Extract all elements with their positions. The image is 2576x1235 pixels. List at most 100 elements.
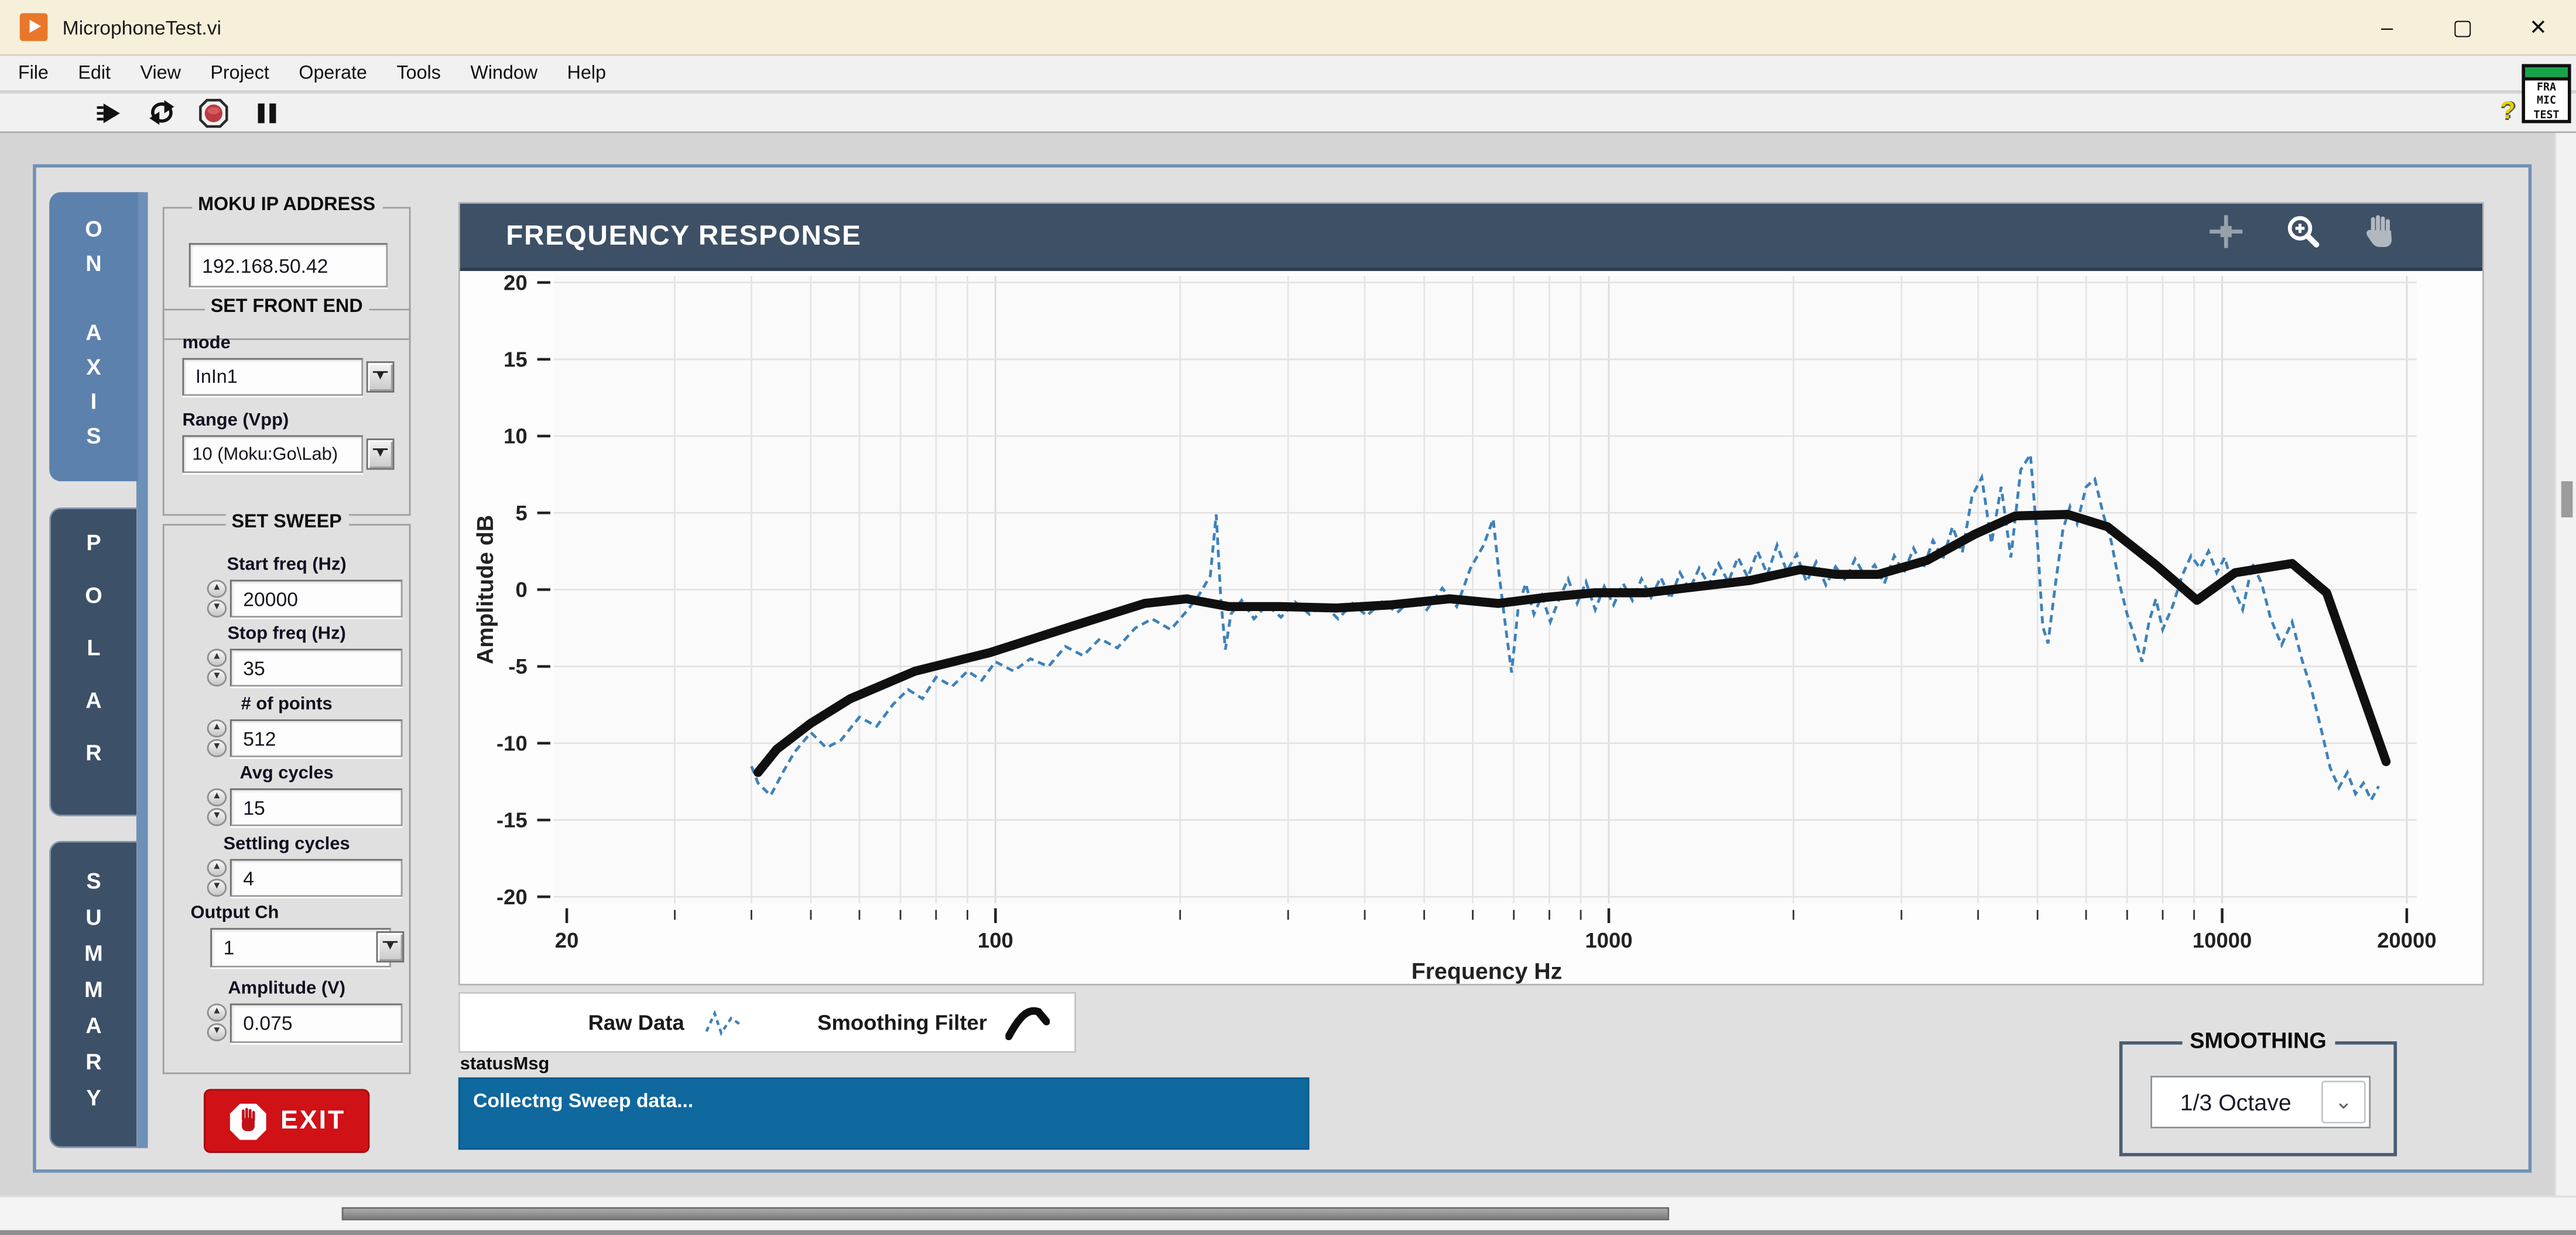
run-continuously-icon[interactable] (145, 96, 177, 129)
pause-icon[interactable] (250, 96, 283, 129)
stop-freq-input[interactable] (230, 649, 403, 687)
spinner-down-icon: ▼ (207, 879, 227, 897)
menu-project[interactable]: Project (196, 63, 284, 83)
menu-operate[interactable]: Operate (284, 63, 382, 83)
legend-smoothing-filter-label[interactable]: Smoothing Filter (817, 1010, 987, 1035)
status-msg-label: statusMsg (460, 1055, 550, 1075)
svg-text:-10: -10 (496, 731, 527, 755)
svg-text:20000: 20000 (2377, 928, 2436, 952)
spinner-down-icon: ▼ (207, 599, 227, 618)
svg-text:Amplitude dB: Amplitude dB (472, 515, 498, 664)
moku-ip-input[interactable] (189, 243, 388, 287)
vi-icon-line3: TEST (2525, 108, 2568, 122)
spinner-up-icon: ▲ (207, 788, 227, 807)
num-points-input[interactable] (230, 719, 403, 757)
num-points-stepper[interactable]: ▲▼ (207, 719, 228, 757)
spinner-down-icon: ▼ (207, 1023, 227, 1041)
spinner-up-icon: ▲ (207, 859, 227, 877)
raw-data-line-icon[interactable] (703, 1006, 745, 1039)
frequency-response-graph: FREQUENCY RESPONSE 201001000100002000020… (458, 202, 2484, 986)
maximize-icon[interactable]: ▢ (2425, 0, 2500, 54)
horizontal-scrollbar[interactable] (0, 1196, 2576, 1230)
spinner-down-icon: ▼ (207, 668, 227, 687)
plot-legend: Raw Data Smoothing Filter (458, 992, 1076, 1053)
svg-text:-20: -20 (496, 885, 527, 909)
smoothing-select[interactable]: 1/3 Octave ⌄ (2150, 1076, 2371, 1128)
toolbar (0, 94, 2576, 133)
start-freq-stepper[interactable]: ▲▼ (207, 580, 228, 618)
svg-text:10000: 10000 (2193, 928, 2252, 952)
menu-file[interactable]: File (4, 63, 64, 83)
range-select[interactable] (182, 435, 363, 474)
vertical-scrollbar-thumb[interactable] (2561, 481, 2573, 517)
stop-hand-icon (228, 1102, 267, 1141)
frequency-response-plot: 201001000100002000020151050-5-10-15-20Fr… (460, 271, 2486, 987)
output-ch-label: Output Ch (191, 903, 436, 923)
menu-help[interactable]: Help (552, 63, 621, 83)
zoom-icon[interactable] (2284, 212, 2323, 259)
exit-button[interactable]: EXIT (204, 1089, 369, 1152)
settling-cycles-label: Settling cycles (165, 835, 409, 855)
svg-text:Frequency Hz: Frequency Hz (1412, 958, 1562, 984)
close-icon[interactable]: ✕ (2500, 0, 2576, 54)
avg-cycles-input[interactable] (230, 788, 403, 826)
stop-freq-stepper[interactable]: ▲▼ (207, 649, 228, 687)
tab-polar-label: POLAR (81, 530, 106, 793)
menu-tools[interactable]: Tools (382, 63, 455, 83)
mode-dropdown-icon[interactable]: ▼ (366, 361, 395, 392)
vertical-scrollbar[interactable] (2555, 133, 2576, 1196)
menu-window[interactable]: Window (455, 63, 552, 83)
menubar: File Edit View Project Operate Tools Win… (0, 56, 2576, 92)
svg-text:10: 10 (503, 424, 527, 448)
smoothing-filter-line-icon[interactable] (1005, 1004, 1050, 1041)
settling-cycles-input[interactable] (230, 859, 403, 897)
output-ch-select[interactable] (210, 928, 391, 967)
svg-text:5: 5 (515, 501, 527, 525)
minimize-icon[interactable]: – (2349, 0, 2425, 54)
pan-hand-icon[interactable] (2361, 212, 2400, 259)
spinner-down-icon: ▼ (207, 739, 227, 757)
legend-raw-data-label[interactable]: Raw Data (588, 1010, 684, 1035)
chevron-down-icon: ⌄ (2321, 1080, 2366, 1123)
tab-polar[interactable]: POLAR (49, 507, 138, 817)
smoothing-group: SMOOTHING 1/3 Octave ⌄ (2119, 1041, 2397, 1156)
mode-label: mode (182, 334, 427, 354)
abort-icon[interactable] (197, 96, 230, 129)
spinner-up-icon: ▲ (207, 580, 227, 598)
svg-text:-15: -15 (496, 808, 527, 832)
context-help-icon[interactable]: ? (2500, 97, 2515, 125)
settling-cycles-stepper[interactable]: ▲▼ (207, 859, 228, 897)
labview-app-icon (20, 13, 48, 41)
svg-text:15: 15 (503, 347, 527, 371)
chart-title: FREQUENCY RESPONSE (460, 219, 862, 252)
smoothing-value: 1/3 Octave (2152, 1089, 2321, 1115)
tab-on-axis-label: ON AXIS (81, 216, 106, 457)
mode-select[interactable] (182, 358, 363, 396)
avg-cycles-label: Avg cycles (165, 764, 409, 784)
front-end-group-title: SET FRONT END (204, 297, 369, 317)
tab-summary[interactable]: SUMMARY (49, 841, 138, 1148)
avg-cycles-stepper[interactable]: ▲▼ (207, 788, 228, 826)
run-icon[interactable] (92, 96, 125, 129)
cursor-crosshair-icon[interactable] (2207, 212, 2246, 259)
menu-edit[interactable]: Edit (63, 63, 125, 83)
stop-freq-label: Stop freq (Hz) (165, 624, 409, 644)
chart-header: FREQUENCY RESPONSE (460, 204, 2482, 271)
output-ch-dropdown-icon[interactable]: ▼ (376, 931, 405, 962)
start-freq-input[interactable] (230, 580, 403, 618)
status-msg-text: Collectng Sweep data... (460, 1079, 1308, 1122)
num-points-label: # of points (165, 695, 409, 715)
svg-text:1000: 1000 (1585, 928, 1632, 952)
menu-view[interactable]: View (125, 63, 196, 83)
range-dropdown-icon[interactable]: ▼ (366, 438, 395, 469)
moku-ip-group-title: MOKU IP ADDRESS (191, 195, 382, 215)
amplitude-input[interactable] (230, 1004, 403, 1043)
exit-button-label: EXIT (280, 1106, 345, 1136)
tab-on-axis[interactable]: ON AXIS (49, 192, 138, 481)
vi-icon-banner (2525, 67, 2568, 80)
plot-area: 201001000100002000020151050-5-10-15-20Fr… (460, 271, 2486, 995)
svg-text:100: 100 (978, 928, 1013, 952)
tab-summary-label: SUMMARY (81, 868, 106, 1121)
horizontal-scrollbar-thumb[interactable] (342, 1207, 1669, 1220)
amplitude-stepper[interactable]: ▲▼ (207, 1004, 228, 1042)
